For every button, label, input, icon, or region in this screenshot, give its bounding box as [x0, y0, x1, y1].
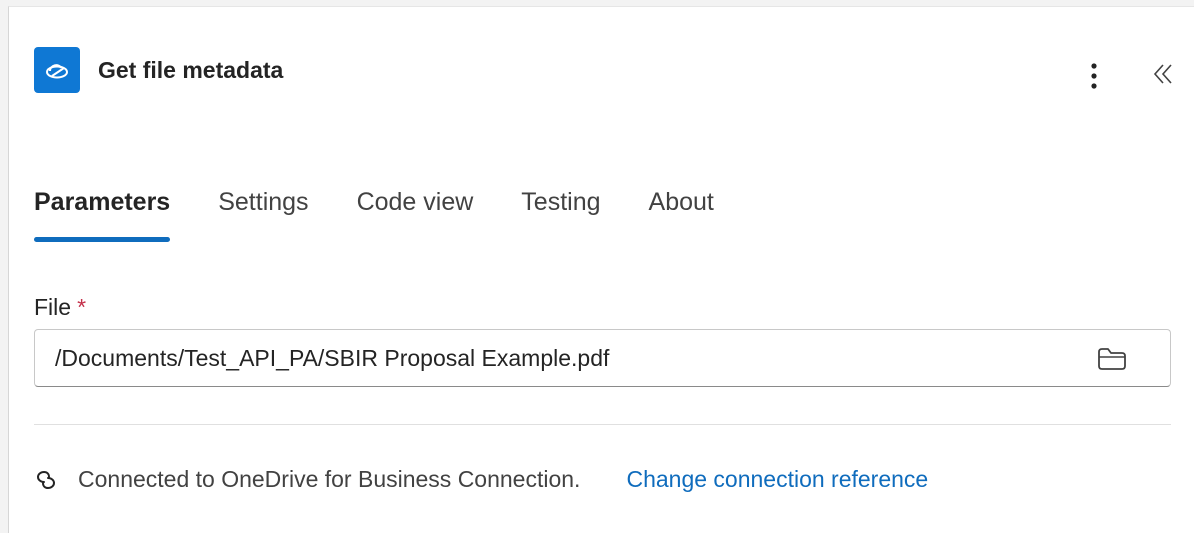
tab-parameters[interactable]: Parameters — [34, 182, 171, 242]
page-title: Get file metadata — [98, 56, 284, 83]
tab-label: Settings — [218, 188, 309, 216]
active-tab-indicator — [34, 237, 171, 242]
more-options-button[interactable] — [1082, 58, 1106, 94]
panel-header: Get file metadata — [34, 47, 283, 93]
tab-testing[interactable]: Testing — [521, 182, 600, 242]
chevron-double-left-icon — [1153, 64, 1172, 84]
file-field-label: File * — [34, 294, 86, 321]
section-divider — [34, 424, 1171, 425]
tab-bar: Parameters Settings Code view Testing Ab… — [34, 182, 762, 242]
tab-label: Parameters — [34, 188, 171, 216]
collapse-panel-button[interactable] — [1149, 56, 1179, 92]
tab-label: Code view — [356, 188, 474, 216]
required-marker: * — [77, 294, 87, 320]
tab-label: Testing — [521, 188, 601, 216]
onedrive-cloud-icon — [34, 47, 80, 93]
change-connection-link[interactable]: Change connection reference — [626, 466, 928, 493]
connection-status-text: Connected to OneDrive for Business Conne… — [78, 466, 581, 492]
browse-folder-button[interactable] — [1092, 343, 1132, 375]
file-path-input[interactable]: /Documents/Test_API_PA/SBIR Proposal Exa… — [34, 329, 1171, 387]
more-vertical-icon — [1091, 63, 1097, 89]
connection-info: Connected to OneDrive for Business Conne… — [34, 466, 928, 493]
tab-code-view[interactable]: Code view — [357, 182, 474, 242]
tab-label: About — [648, 188, 714, 216]
file-path-value: /Documents/Test_API_PA/SBIR Proposal Exa… — [55, 344, 610, 371]
tab-about[interactable]: About — [649, 182, 714, 242]
link-icon — [34, 467, 60, 493]
folder-icon — [1098, 348, 1126, 370]
file-label-text: File — [34, 294, 72, 320]
tab-settings[interactable]: Settings — [218, 182, 308, 242]
